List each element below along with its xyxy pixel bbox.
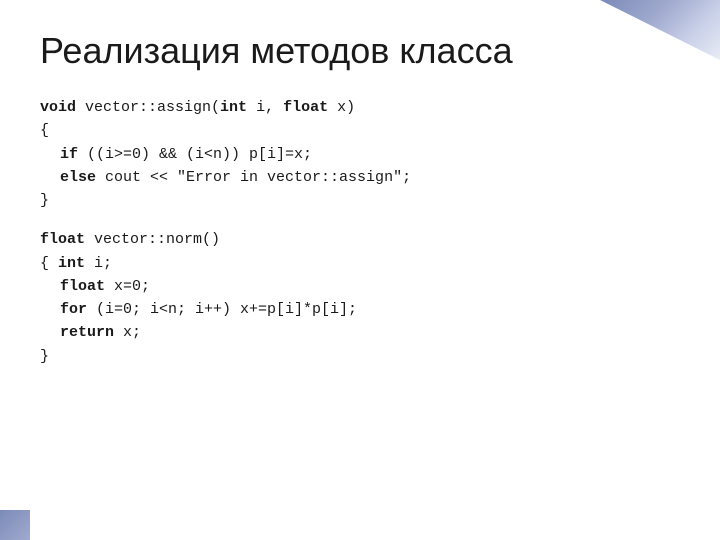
keyword-int: int (58, 255, 85, 272)
code-line: if ((i>=0) && (i<n)) p[i]=x; (40, 143, 680, 166)
code-line: for (i=0; i<n; i++) x+=p[i]*p[i]; (40, 298, 680, 321)
code-block: void vector::assign(int i, float x) { if… (40, 96, 680, 368)
code-section-norm: float vector::norm() { int i; float x=0;… (40, 228, 680, 368)
code-line: } (40, 189, 680, 212)
keyword-else: else (60, 169, 96, 186)
keyword-if: if (60, 146, 78, 163)
code-line: else cout << "Error in vector::assign"; (40, 166, 680, 189)
code-line: float x=0; (40, 275, 680, 298)
code-section-assign: void vector::assign(int i, float x) { if… (40, 96, 680, 212)
slide-title: Реализация методов класса (40, 30, 680, 72)
code-line: float vector::norm() (40, 228, 680, 251)
keyword-float: float (283, 99, 328, 116)
keyword-float: float (60, 278, 105, 295)
code-line: return x; (40, 321, 680, 344)
keyword-void: void (40, 99, 76, 116)
code-line: { (40, 119, 680, 142)
keyword-float: float (40, 231, 85, 248)
keyword-int: int (220, 99, 247, 116)
keyword-for: for (60, 301, 87, 318)
code-line: void vector::assign(int i, float x) (40, 96, 680, 119)
slide-content: Реализация методов класса void vector::a… (0, 0, 720, 540)
code-line: { int i; (40, 252, 680, 275)
code-line: } (40, 345, 680, 368)
keyword-return: return (60, 324, 114, 341)
